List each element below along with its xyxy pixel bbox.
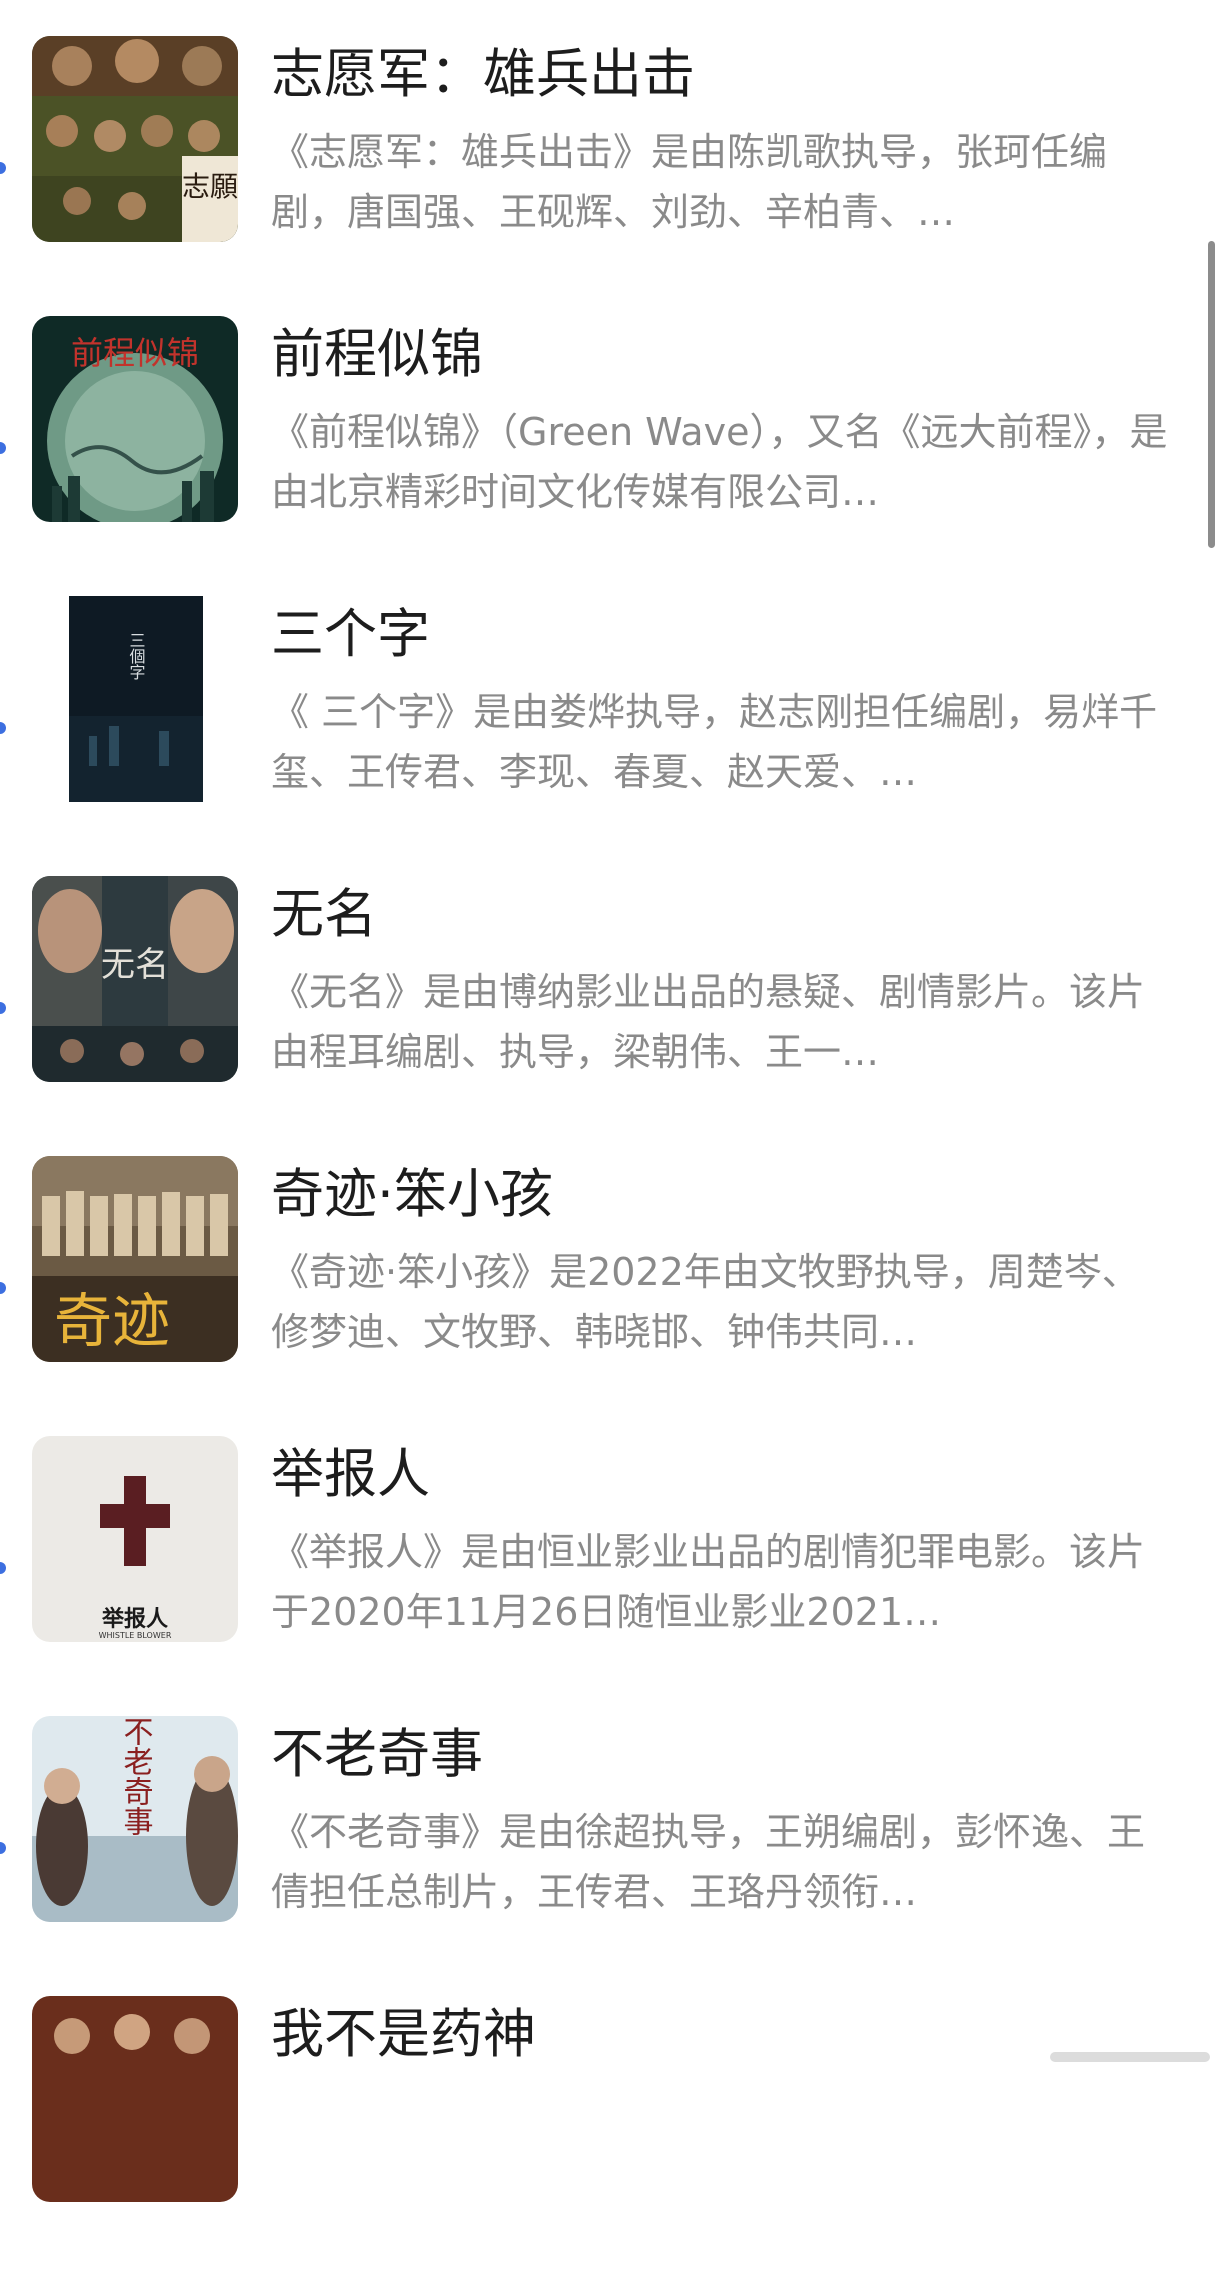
movie-poster[interactable]: 无名 [32, 876, 238, 1082]
list-bullet-dot [0, 1562, 6, 1574]
list-bullet-dot [0, 722, 6, 734]
movie-title: 三个字 [271, 604, 430, 665]
poster-image: 三個字 [69, 596, 203, 802]
list-bullet-dot [0, 442, 6, 454]
movie-title: 举报人 [271, 1444, 430, 1505]
poster-subtitle-text: WHISTLE BLOWER [99, 1631, 172, 1640]
list-item-bulaoqishi[interactable]: 不老奇事 不老奇事 《不老奇事》是由徐超执导，王朔编剧，彭怀逸、王倩担任总制片，… [0, 1716, 1225, 1996]
movie-title: 奇迹·笨小孩 [271, 1164, 553, 1225]
movie-description: 《无名》是由博纳影业出品的悬疑、剧情影片。该片由程耳编剧、执导，梁朝伟、王一… [271, 970, 1146, 1074]
list-bullet-dot [0, 162, 6, 174]
list-bullet-dot [0, 1282, 6, 1294]
movie-title: 前程似锦 [271, 324, 483, 385]
movie-poster[interactable]: 举报人 WHISTLE BLOWER [32, 1436, 238, 1642]
movie-title: 不老奇事 [271, 1724, 483, 1785]
bottom-overlay-bar [1050, 2052, 1210, 2062]
poster-title-text: 不老奇事 [118, 1716, 154, 1836]
list-item-wobushiyaoshen[interactable]: 我不是药神 [0, 1996, 1225, 2276]
movie-description: 《举报人》是由恒业影业出品的剧情犯罪电影。该片于2020年11月26日随恒业影业… [271, 1530, 1146, 1634]
poster-title-text: 无名 [101, 945, 169, 985]
movie-title: 我不是药神 [271, 2004, 536, 2065]
movie-description: 《奇迹·笨小孩》是2022年由文牧野执导，周楚岑、修梦迪、文牧野、韩晓邯、钟伟共… [271, 1250, 1140, 1354]
poster-image [32, 1996, 238, 2202]
movie-poster[interactable]: 前程似锦 [32, 316, 238, 522]
movie-poster[interactable]: 奇迹 [32, 1156, 238, 1362]
list-item-zhiyuanjun[interactable]: 志願 志愿军：雄兵出击 《志愿军：雄兵出击》是由陈凯歌执导，张珂任编剧，唐国强、… [0, 36, 1225, 316]
poster-image: 不老奇事 [32, 1716, 238, 1922]
poster-title-text: 奇迹 [54, 1287, 170, 1355]
list-item-wuming[interactable]: 无名 无名 《无名》是由博纳影业出品的悬疑、剧情影片。该片由程耳编剧、执导，梁朝… [0, 876, 1225, 1156]
movie-description: 《志愿军：雄兵出击》是由陈凯歌执导，张珂任编剧，唐国强、王砚辉、刘劲、辛柏青、… [271, 130, 1108, 234]
poster-title-text: 志願 [182, 170, 238, 203]
scrollbar-thumb[interactable] [1208, 241, 1215, 548]
poster-title-text: 前程似锦 [71, 334, 199, 372]
movie-description: 《不老奇事》是由徐超执导，王朔编剧，彭怀逸、王倩担任总制片，王传君、王珞丹领衔… [271, 1810, 1146, 1914]
movie-poster[interactable]: 三個字 [69, 596, 203, 802]
poster-image: 无名 [32, 876, 238, 1082]
movie-title: 志愿军：雄兵出击 [271, 44, 695, 105]
poster-image: 前程似锦 [32, 316, 238, 522]
movie-poster[interactable] [32, 1996, 238, 2202]
movie-description: 《 三个字》是由娄烨执导，赵志刚担任编剧，易烊千玺、王传君、李现、春夏、赵天爱、… [271, 690, 1158, 794]
poster-image: 举报人 WHISTLE BLOWER [32, 1436, 238, 1642]
poster-image: 奇迹 [32, 1156, 238, 1362]
list-item-sangezi[interactable]: 三個字 三个字 《 三个字》是由娄烨执导，赵志刚担任编剧，易烊千玺、王传君、李现… [0, 596, 1225, 876]
movie-list: 志願 志愿军：雄兵出击 《志愿军：雄兵出击》是由陈凯歌执导，张珂任编剧，唐国强、… [0, 0, 1225, 2202]
movie-title: 无名 [271, 884, 377, 945]
list-bullet-dot [0, 1842, 6, 1854]
movie-poster[interactable]: 志願 [32, 36, 238, 242]
movie-description: 《前程似锦》（Green Wave），又名《远大前程》，是由北京精彩时间文化传媒… [271, 410, 1168, 514]
poster-title-text: 举报人 [101, 1606, 168, 1632]
poster-image: 志願 [32, 36, 238, 242]
list-bullet-dot [0, 1002, 6, 1014]
list-item-qiji-benxiaohai[interactable]: 奇迹 奇迹·笨小孩 《奇迹·笨小孩》是2022年由文牧野执导，周楚岑、修梦迪、文… [0, 1156, 1225, 1436]
list-item-jubaoren[interactable]: 举报人 WHISTLE BLOWER 举报人 《举报人》是由恒业影业出品的剧情犯… [0, 1436, 1225, 1716]
movie-poster[interactable]: 不老奇事 [32, 1716, 238, 1922]
poster-title-text: 三個字 [127, 632, 146, 680]
list-item-qianchengsijin[interactable]: 前程似锦 前程似锦 《前程似锦》（Green Wave），又名《远大前程》，是由… [0, 316, 1225, 596]
